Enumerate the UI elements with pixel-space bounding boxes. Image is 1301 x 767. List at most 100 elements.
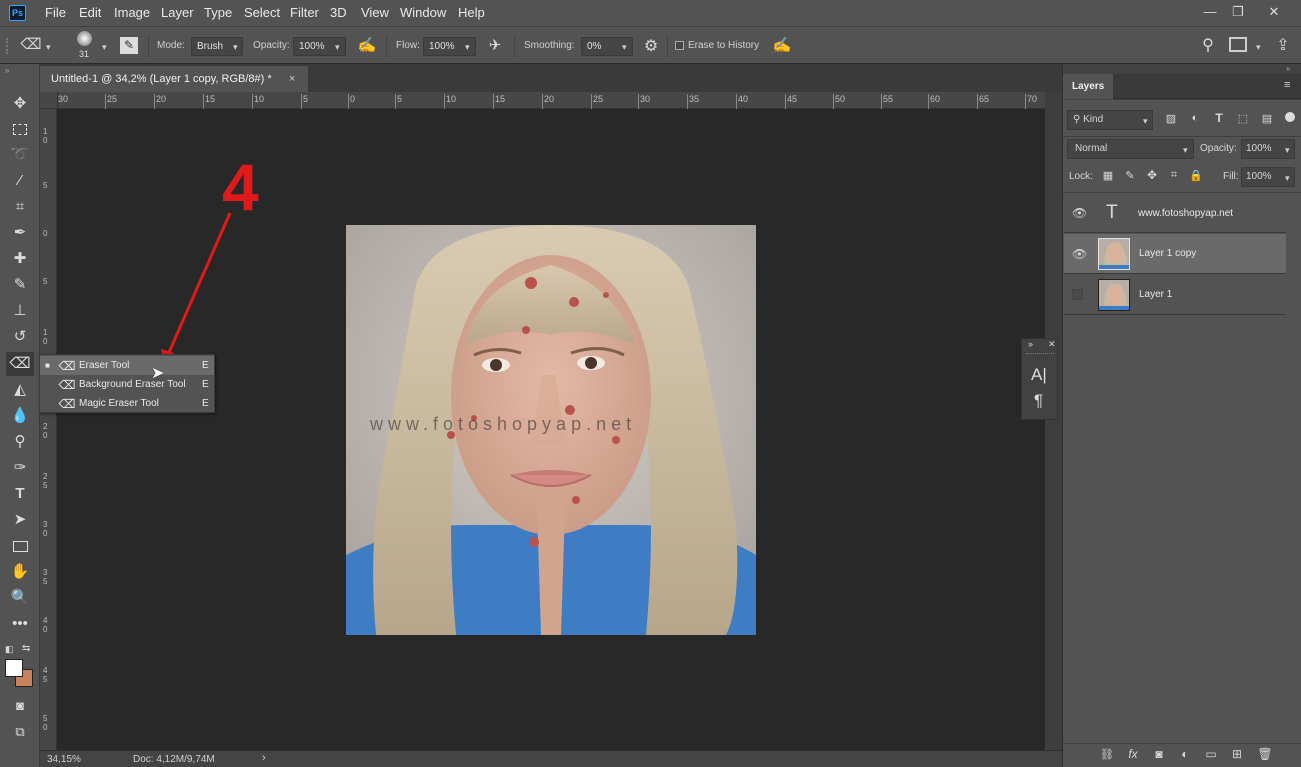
- blend-mode-select[interactable]: Normal ▾: [1067, 139, 1194, 159]
- menu-select[interactable]: Select: [244, 5, 280, 20]
- menu-layer[interactable]: Layer: [161, 5, 194, 20]
- menu-filter[interactable]: Filter: [290, 5, 319, 20]
- character-panel-icon[interactable]: A|: [1031, 365, 1047, 385]
- layer-row-layer-1-copy[interactable]: 👁 Layer 1 copy: [1064, 234, 1286, 274]
- filter-shape-icon[interactable]: ⬚: [1235, 112, 1251, 125]
- path-selection-tool-icon[interactable]: ➤: [6, 508, 34, 532]
- collapse-panels-icon[interactable]: »: [1286, 64, 1290, 73]
- lasso-tool-icon[interactable]: ➰: [6, 143, 34, 167]
- brush-tool-icon[interactable]: ✎: [6, 273, 34, 297]
- healing-brush-tool-icon[interactable]: ✚: [6, 247, 34, 271]
- hand-tool-icon[interactable]: ✋: [6, 560, 34, 584]
- layer-fill-field[interactable]: 100% ▾: [1241, 167, 1295, 187]
- eye-icon[interactable]: 👁: [1072, 247, 1087, 261]
- pressure-opacity-icon[interactable]: ✍: [357, 36, 377, 54]
- move-tool-icon[interactable]: ✥: [6, 92, 34, 116]
- menu-window[interactable]: Window: [400, 5, 446, 20]
- menu-3d[interactable]: 3D: [330, 5, 347, 20]
- history-brush-tool-icon[interactable]: ↺: [6, 325, 34, 349]
- paint-bucket-tool-icon[interactable]: ◭: [6, 378, 34, 402]
- clone-stamp-tool-icon[interactable]: ⊥: [6, 299, 34, 323]
- eyedropper-tool-icon[interactable]: ✒: [6, 221, 34, 245]
- eraser-tool-icon[interactable]: ⌫: [6, 352, 34, 376]
- lock-artboard-icon[interactable]: ⌗: [1167, 169, 1181, 182]
- fx-icon[interactable]: fx: [1125, 747, 1141, 761]
- eye-icon[interactable]: 👁: [1072, 206, 1087, 220]
- zoom-level[interactable]: 34,15%: [47, 754, 81, 765]
- default-colors-icon[interactable]: ◧: [5, 644, 14, 655]
- folder-icon[interactable]: ▭: [1203, 747, 1219, 761]
- restore-button[interactable]: ❐: [1226, 3, 1250, 21]
- flyout-item-eraser-tool[interactable]: ■ ⌫ Eraser Tool E: [40, 356, 214, 375]
- layer-row-layer-1[interactable]: Layer 1: [1064, 275, 1286, 315]
- screen-mode-icon[interactable]: ⧉: [6, 720, 34, 744]
- eraser-preset-icon[interactable]: ⌫: [20, 35, 42, 53]
- visibility-toggle-off[interactable]: [1072, 289, 1083, 300]
- lock-transparent-icon[interactable]: ▦: [1101, 169, 1115, 182]
- close-icon[interactable]: ✕: [1048, 339, 1056, 350]
- type-tool-icon[interactable]: T: [6, 482, 34, 506]
- menu-edit[interactable]: Edit: [79, 5, 101, 20]
- swap-colors-icon[interactable]: ⇆: [22, 643, 30, 654]
- more-tools-icon[interactable]: •••: [6, 612, 34, 636]
- add-mask-icon[interactable]: ◙: [1151, 747, 1167, 761]
- panel-menu-icon[interactable]: ≡: [1284, 79, 1290, 91]
- rectangle-tool-icon[interactable]: [6, 534, 34, 558]
- brush-preview-icon[interactable]: [77, 31, 92, 46]
- dodge-tool-icon[interactable]: ⚲: [6, 430, 34, 454]
- menu-view[interactable]: View: [361, 5, 389, 20]
- close-tab-icon[interactable]: ×: [289, 66, 295, 92]
- collapse-toolbar-icon[interactable]: »: [5, 66, 9, 75]
- layer-row-text[interactable]: 👁 T www.fotoshopyap.net: [1064, 194, 1286, 233]
- close-window-button[interactable]: ✕: [1262, 3, 1286, 21]
- layer-opacity-field[interactable]: 100% ▾: [1241, 139, 1295, 159]
- layer-filter-select[interactable]: ⚲ Kind ▾: [1067, 110, 1153, 130]
- trash-icon[interactable]: 🗑: [1257, 747, 1273, 761]
- lock-all-icon[interactable]: 🔒: [1189, 169, 1203, 182]
- layers-tab[interactable]: Layers: [1063, 74, 1113, 99]
- flyout-item-magic-eraser-tool[interactable]: ⌫ Magic Eraser Tool E: [40, 394, 214, 413]
- brush-settings-icon[interactable]: ✎: [120, 37, 138, 54]
- flow-field[interactable]: 100% ▾: [423, 37, 476, 56]
- chevron-down-icon[interactable]: ▾: [1256, 42, 1261, 53]
- filter-toggle[interactable]: [1285, 112, 1295, 122]
- new-layer-icon[interactable]: ⊞: [1229, 747, 1245, 761]
- pen-tool-icon[interactable]: ✑: [6, 456, 34, 480]
- vertical-scrollbar[interactable]: [1045, 92, 1062, 750]
- filter-adjustment-icon[interactable]: ◐: [1187, 112, 1203, 124]
- mode-select[interactable]: Brush ▾: [191, 37, 243, 56]
- erase-to-history-checkbox[interactable]: [675, 41, 684, 50]
- chevron-down-icon[interactable]: ▾: [102, 42, 107, 53]
- airbrush-icon[interactable]: ✈: [485, 36, 505, 54]
- pressure-size-icon[interactable]: ✍: [772, 36, 792, 54]
- lock-image-icon[interactable]: ✎: [1123, 169, 1137, 182]
- paragraph-panel-icon[interactable]: ¶: [1034, 391, 1043, 411]
- chevron-right-icon[interactable]: ›: [262, 752, 266, 764]
- menu-file[interactable]: File: [45, 5, 66, 20]
- search-icon[interactable]: ⚲: [1198, 35, 1218, 55]
- crop-tool-icon[interactable]: ⌗: [6, 195, 34, 219]
- document-tab[interactable]: Untitled-1 @ 34,2% (Layer 1 copy, RGB/8#…: [40, 66, 308, 92]
- blur-tool-icon[interactable]: 💧: [6, 404, 34, 428]
- quick-mask-icon[interactable]: ◙: [6, 694, 34, 718]
- gear-icon[interactable]: ⚙: [641, 36, 661, 56]
- zoom-tool-icon[interactable]: 🔍: [6, 586, 34, 610]
- filter-type-icon[interactable]: T: [1211, 111, 1227, 125]
- opacity-field[interactable]: 100% ▾: [293, 37, 346, 56]
- filter-smart-object-icon[interactable]: ▤: [1259, 112, 1275, 125]
- menu-help[interactable]: Help: [458, 5, 485, 20]
- link-layers-icon[interactable]: ⛓: [1099, 748, 1115, 761]
- smoothing-field[interactable]: 0% ▾: [581, 37, 633, 56]
- adjustment-layer-icon[interactable]: ◐: [1177, 747, 1193, 761]
- minimize-button[interactable]: —: [1198, 3, 1222, 21]
- lock-position-icon[interactable]: ✥: [1145, 168, 1159, 182]
- chevron-down-icon[interactable]: ▾: [46, 42, 51, 53]
- menu-type[interactable]: Type: [204, 5, 232, 20]
- flyout-item-background-eraser-tool[interactable]: ⌫ Background Eraser Tool E: [40, 375, 214, 394]
- share-icon[interactable]: ⇪: [1273, 35, 1293, 55]
- marquee-tool-icon[interactable]: [6, 117, 34, 141]
- workspace-icon[interactable]: [1229, 37, 1247, 52]
- filter-pixel-icon[interactable]: ▨: [1163, 112, 1179, 125]
- expand-panel-icon[interactable]: »: [1028, 339, 1033, 349]
- foreground-color-swatch[interactable]: [5, 659, 23, 677]
